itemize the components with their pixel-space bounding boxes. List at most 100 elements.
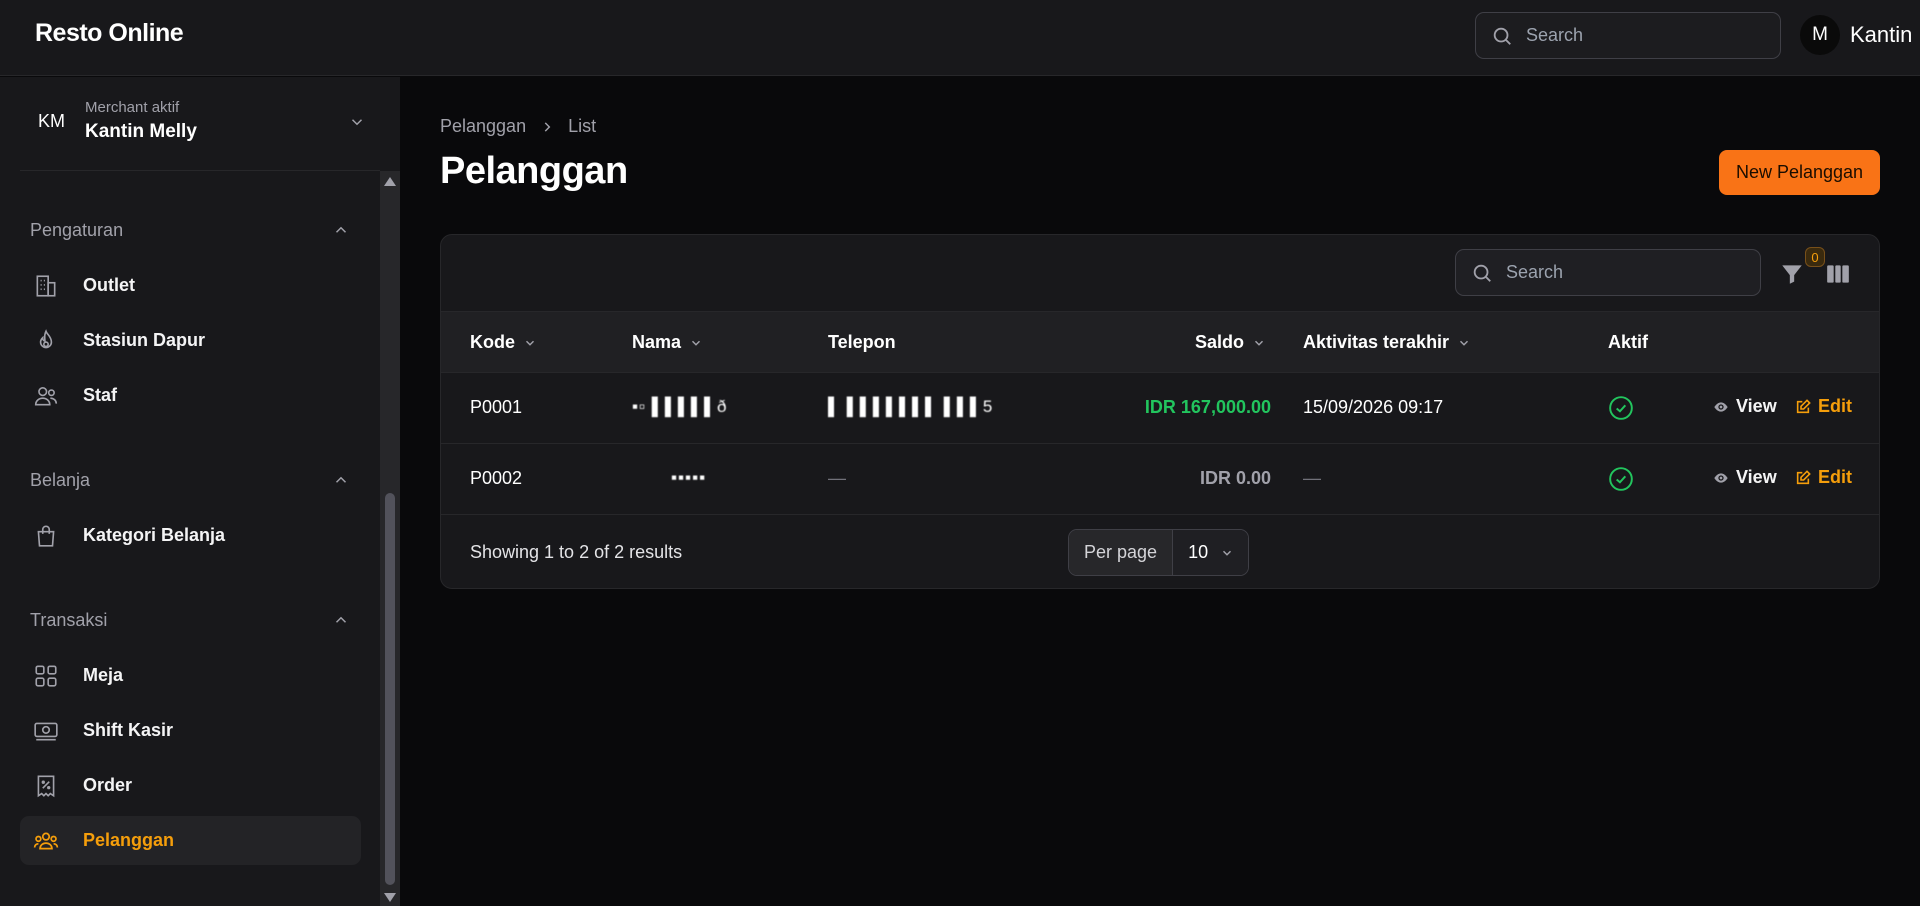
scroll-down-arrow[interactable]: [384, 893, 396, 902]
chevron-down-icon: [525, 340, 535, 346]
column-aktivitas-terakhir[interactable]: Aktivitas terakhir: [1303, 332, 1471, 353]
cell-saldo: IDR 167,000.00: [1144, 397, 1271, 417]
cell-kode: P0001: [470, 397, 523, 417]
chevron-down-icon: [692, 340, 701, 346]
cell-nama: ▪▫ ▌▌▌▌▌ð: [632, 397, 728, 416]
brand-logo[interactable]: Resto Online: [35, 19, 184, 48]
breadcrumb-link[interactable]: Pelanggan: [440, 116, 526, 137]
chevron-up-icon[interactable]: [332, 471, 350, 489]
sidebar-item-order[interactable]: Order: [20, 761, 361, 810]
column-label: Kode: [470, 332, 515, 352]
fire-icon: [32, 327, 60, 355]
cell-saldo: IDR 0.00: [1199, 468, 1271, 488]
new-pelanggan-button[interactable]: New Pelanggan: [1719, 150, 1880, 195]
table-row[interactable]: P0001 ▪▫ ▌▌▌▌▌ð ▌ ▌▌▌▌▌▌▌ ▌▌▌5 IDR 167,0…: [441, 373, 1879, 444]
sidebar: KM Merchant aktif Kantin Melly Pengatura…: [0, 77, 400, 906]
chevron-down-icon: [1223, 550, 1232, 556]
group-pengaturan[interactable]: Pengaturan: [30, 215, 350, 245]
check-circle-icon: [1609, 467, 1633, 491]
cell-kode: P0002: [470, 468, 523, 488]
columns-icon[interactable]: [1825, 261, 1851, 287]
sidebar-item-label: Pelanggan: [83, 830, 175, 850]
global-search[interactable]: [1475, 12, 1781, 59]
table-footer: Showing 1 to 2 of 2 results Per page 10: [441, 515, 1879, 588]
column-label: Aktif: [1608, 332, 1648, 352]
sidebar-item-label: Outlet: [83, 275, 135, 295]
chevron-down-icon: [1460, 340, 1469, 346]
scroll-up-arrow[interactable]: [384, 177, 396, 186]
sidebar-nav: Pengaturan Outlet Stasiun Dapur Staf Bel…: [0, 171, 380, 906]
eye-icon: [1714, 472, 1728, 483]
edit-button[interactable]: Edit: [1795, 467, 1852, 488]
edit-button[interactable]: Edit: [1795, 396, 1852, 417]
per-page-select[interactable]: Per page 10: [1068, 529, 1250, 576]
user-menu[interactable]: M Kantin: [1800, 15, 1912, 55]
column-aktif: Aktif: [1608, 332, 1648, 353]
customers-table-card: 0 Kode Nama Telepon Saldo Aktivitas tera…: [440, 234, 1880, 589]
per-page-value[interactable]: 10: [1173, 530, 1249, 575]
table-toolbar: 0: [441, 235, 1879, 311]
table-search-input[interactable]: [1506, 262, 1746, 283]
sidebar-item-label: Kategori Belanja: [83, 525, 226, 545]
sidebar-item-meja[interactable]: Meja: [20, 651, 361, 700]
global-search-input[interactable]: [1526, 25, 1766, 46]
sidebar-item-label: Staf: [83, 385, 118, 405]
chevron-up-icon[interactable]: [332, 611, 350, 629]
column-telepon: Telepon: [828, 332, 896, 353]
sidebar-item-shift-kasir[interactable]: Shift Kasir: [20, 706, 361, 755]
page-title: Pelanggan: [440, 150, 628, 192]
chevron-right-icon: [544, 121, 551, 132]
merchant-switcher[interactable]: KM Merchant aktif Kantin Melly: [20, 97, 370, 149]
chevron-down-icon: [1255, 340, 1264, 346]
user-name[interactable]: Kantin: [1850, 22, 1912, 48]
group-title: Belanja: [30, 469, 91, 490]
sidebar-item-staf[interactable]: Staf: [20, 371, 361, 420]
shopping-bag-icon: [32, 522, 60, 550]
edit-icon: [1796, 398, 1811, 413]
sidebar-item-label: Shift Kasir: [83, 720, 174, 740]
filter-icon[interactable]: [1779, 261, 1805, 287]
receipt-icon: [32, 772, 60, 800]
table-row[interactable]: P0002 ▪▪▪▪▪ — IDR 0.00 — View Edit: [441, 444, 1879, 515]
column-nama[interactable]: Nama: [632, 332, 703, 353]
chevron-down-icon[interactable]: [348, 113, 366, 131]
cell-aktivitas: 15/09/2026 09:17: [1303, 397, 1444, 417]
column-label: Nama: [632, 332, 682, 352]
cell-telepon: —: [828, 468, 846, 488]
view-button[interactable]: View: [1713, 467, 1777, 488]
edit-icon: [1796, 469, 1811, 484]
cell-aktivitas: —: [1303, 468, 1321, 488]
merchant-initials: KM: [38, 111, 65, 131]
sidebar-scrollbar[interactable]: [380, 171, 400, 906]
sidebar-item-stasiun-dapur[interactable]: Stasiun Dapur: [20, 316, 361, 365]
column-label: Saldo: [1195, 332, 1245, 352]
results-summary: Showing 1 to 2 of 2 results: [470, 542, 683, 562]
avatar[interactable]: M: [1800, 15, 1840, 55]
edit-label: Edit: [1818, 467, 1852, 487]
sidebar-item-kategori-belanja[interactable]: Kategori Belanja: [20, 511, 361, 560]
eye-icon: [1714, 401, 1728, 412]
table-search[interactable]: [1455, 249, 1761, 296]
cell-nama: ▪▪▪▪▪: [671, 468, 707, 487]
scroll-thumb[interactable]: [385, 493, 395, 885]
check-circle-icon: [1609, 396, 1633, 420]
building-icon: [32, 272, 60, 300]
user-group-icon: [32, 827, 60, 855]
cash-icon: [32, 717, 60, 745]
search-icon: [1473, 264, 1491, 282]
view-label: View: [1736, 396, 1777, 416]
group-belanja[interactable]: Belanja: [30, 465, 350, 495]
column-kode[interactable]: Kode: [470, 332, 537, 353]
breadcrumb: Pelanggan List: [440, 116, 596, 137]
search-icon: [1493, 27, 1511, 45]
cell-telepon: ▌ ▌▌▌▌▌▌▌ ▌▌▌5: [828, 397, 994, 416]
group-transaksi[interactable]: Transaksi: [30, 605, 350, 635]
breadcrumb-current: List: [568, 116, 597, 136]
chevron-up-icon[interactable]: [332, 221, 350, 239]
view-button[interactable]: View: [1713, 396, 1777, 417]
column-saldo[interactable]: Saldo: [1195, 332, 1266, 353]
sidebar-item-outlet[interactable]: Outlet: [20, 261, 361, 310]
view-label: View: [1736, 467, 1777, 487]
sidebar-item-pelanggan[interactable]: Pelanggan: [20, 816, 361, 865]
edit-label: Edit: [1818, 396, 1852, 416]
